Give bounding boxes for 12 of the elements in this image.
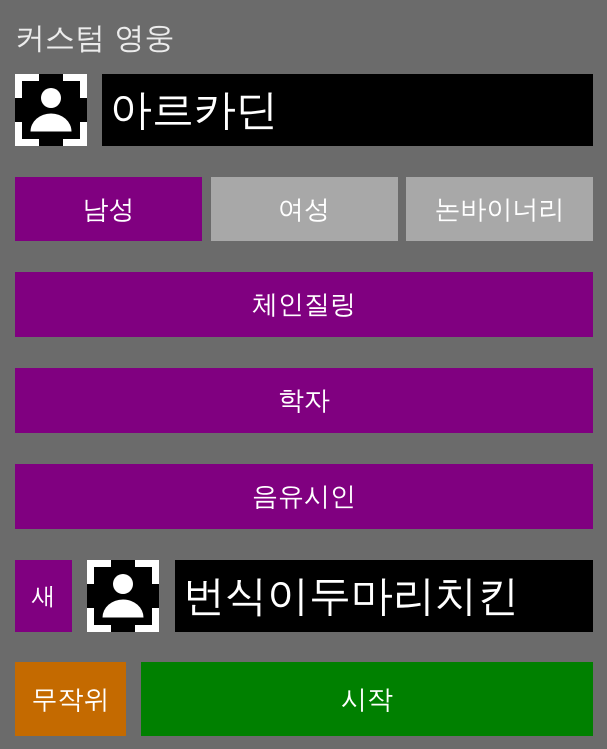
name-field[interactable]: 번식이두마리치킨 (175, 560, 593, 632)
name-field[interactable]: 아르카딘 (102, 74, 593, 146)
random-button[interactable]: 무작위 (15, 662, 126, 736)
person-portrait-icon[interactable] (15, 74, 87, 146)
new-button[interactable]: 새 (15, 560, 72, 632)
choice-button[interactable]: 체인질링 (15, 272, 593, 337)
person-portrait-icon[interactable] (87, 560, 159, 632)
screen-title: 커스텀 영웅 (15, 20, 175, 58)
gender-option[interactable]: 남성 (15, 177, 202, 241)
start-button[interactable]: 시작 (141, 662, 593, 736)
choice-button[interactable]: 음유시인 (15, 464, 593, 529)
choice-button[interactable]: 학자 (15, 368, 593, 433)
